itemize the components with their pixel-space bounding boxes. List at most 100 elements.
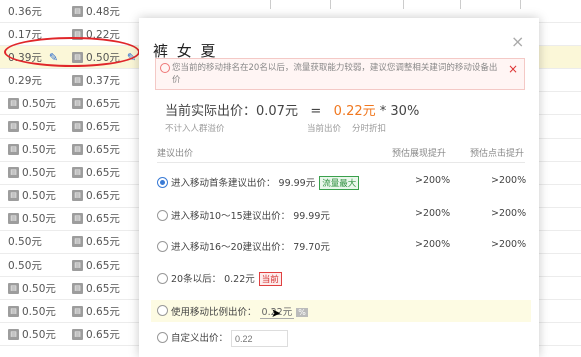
notice-banner: 您当前的移动排名在20名以后，流量获取能力较弱，建议您调整相关建词的移动设备出价… [155,58,525,90]
radio-button[interactable] [157,305,168,316]
mobile-bid-cell: ▤ 0.48元 [72,4,120,19]
bid-option-after-20[interactable]: 20条以后： 0.22元 当前 [157,270,525,290]
column-divider [403,0,404,9]
device-icon: ▤ [72,328,83,340]
radio-button[interactable] [157,241,168,252]
pc-bid-cell: ▤ 0.50元 [8,327,56,342]
radio-button[interactable] [157,332,168,343]
custom-label: 自定义出价： [171,333,229,344]
mobile-bid-cell: ▤ 0.65元 [72,96,120,111]
mobile-bid-cell: ▤ 0.65元 [72,234,120,249]
pc-bid-value: 0.50元 [22,167,56,180]
radio-button[interactable] [157,273,168,284]
device-icon: ▤ [72,282,83,294]
mobile-bid-value: 0.65元 [86,190,120,203]
pc-bid-value: 0.29元 [8,74,42,87]
red-highlight-annotation [4,37,140,67]
device-icon: ▤ [8,97,19,109]
option-label: 进入移动16～20建议出价： 79.70元 [171,242,330,253]
pc-bid-cell: ▤ 0.50元 [8,142,56,157]
radio-button[interactable] [157,210,168,221]
pc-bid-cell: ▤ 0.50元 [8,281,56,296]
device-icon: ▤ [72,236,83,248]
mouse-cursor-icon: ➤ [271,306,282,320]
impression-lift-value: >200% [415,239,451,250]
time-discount: * 30% [379,104,420,119]
mobile-bid-cell: ▤ 0.65元 [72,211,120,226]
device-icon: ▤ [72,259,83,271]
options-header: 建议出价 预估展现提升 预估点击提升 [157,146,525,163]
device-icon: ▤ [8,282,19,294]
mobile-bid-value: 0.65元 [86,167,120,180]
pc-bid-value: 0.50元 [22,190,56,203]
pc-bid-cell: ▤ 0.50元 [8,119,56,134]
mobile-bid-value: 0.65元 [86,97,120,110]
mobile-bid-value: 0.65元 [86,305,120,318]
bid-option-mobile-ratio[interactable]: 使用移动比例出价： 0.22元% [151,300,531,322]
device-icon: ▤ [72,121,83,133]
device-icon: ▤ [8,305,19,317]
pc-bid-cell: 0.50元 [8,234,42,249]
impression-lift-value: >200% [415,208,451,219]
mobile-bid-dialog: 裤 女 夏 × 您当前的移动排名在20名以后，流量获取能力较弱，建议您调整相关建… [139,18,539,357]
pc-bid-value: 0.50元 [22,305,56,318]
mobile-bid-value: 0.65元 [86,236,120,249]
traffic-max-badge: 流量最大 [319,176,360,190]
pc-bid-cell: 0.50元 [8,258,42,273]
mobile-bid-value: 0.48元 [86,5,120,18]
bid-option-10-15[interactable]: 进入移动10～15建议出价： 99.99元 >200% >200% [157,207,526,227]
pc-bid-cell: 0.29元 [8,73,42,88]
pc-bid-value: 0.36元 [8,5,42,18]
column-divider [460,0,461,9]
device-icon: ▤ [72,167,83,179]
column-divider [270,0,271,9]
notice-close-icon[interactable]: × [508,62,518,76]
pc-bid-cell: ▤ 0.50元 [8,96,56,111]
option-label: 20条以后： 0.22元 [171,274,255,285]
device-icon: ▤ [72,213,83,225]
bid-option-custom[interactable]: 自定义出价： [157,329,525,349]
notice-text: 您当前的移动排名在20名以后，流量获取能力较弱，建议您调整相关建词的移动设备出价 [172,63,498,85]
mobile-bid-value: 0.65元 [86,259,120,272]
option-label: 进入移动10～15建议出价： 99.99元 [171,211,330,222]
mobile-bid-cell: ▤ 0.65元 [72,142,120,157]
option-label: 进入移动首条建议出价： 99.99元 [171,178,316,189]
header-impression-lift: 预估展现提升 [392,149,447,159]
pc-bid-cell: 0.36元 [8,4,42,19]
mobile-bid-value: 0.65元 [86,213,120,226]
pc-bid-value: 0.50元 [22,328,56,341]
device-icon: ▤ [8,328,19,340]
close-icon[interactable]: × [511,32,524,51]
device-icon: ▤ [8,121,19,133]
device-icon: ▤ [72,190,83,202]
click-lift-value: >200% [491,175,527,186]
pc-bid-value: 0.50元 [22,282,56,295]
radio-button[interactable] [157,177,168,188]
current-price-label: 当前实际出价：0.07元 [165,104,298,119]
bid-option-16-20[interactable]: 进入移动16～20建议出价： 79.70元 >200% >200% [157,238,526,258]
mobile-bid-cell: ▤ 0.65元 [72,281,120,296]
mobile-bid-cell: ▤ 0.65元 [72,304,120,319]
mobile-bid-cell: ▤ 0.65元 [72,165,120,180]
device-icon: ▤ [8,213,19,225]
pc-bid-cell: ▤ 0.50元 [8,304,56,319]
pc-bid-value: 0.50元 [22,121,56,134]
current-price-formula: 当前实际出价：0.07元 = 0.22元 * 30% [165,100,419,119]
pc-bid-value: 0.50元 [22,213,56,226]
price-note: 不计入人群溢价 [165,124,225,134]
mobile-bid-cell: ▤ 0.37元 [72,73,120,88]
custom-bid-input[interactable] [231,330,289,347]
bid-option-top[interactable]: 进入移动首条建议出价： 99.99元 流量最大 >200% >200% [157,174,527,194]
device-icon: ▤ [8,144,19,156]
mobile-bid-value: 0.65元 [86,282,120,295]
info-icon [160,63,170,73]
device-icon: ▤ [72,144,83,156]
mobile-bid-value: 0.65元 [86,328,120,341]
pc-bid-value: 0.50元 [8,236,42,249]
ratio-label: 使用移动比例出价： [171,307,257,318]
equals-sign: = [310,104,322,119]
mobile-bid-cell: ▤ 0.65元 [72,258,120,273]
mobile-bid-cell: ▤ 0.65元 [72,327,120,342]
current-bid-caption: 当前出价 [307,124,342,134]
header-click-lift: 预估点击提升 [470,149,525,159]
